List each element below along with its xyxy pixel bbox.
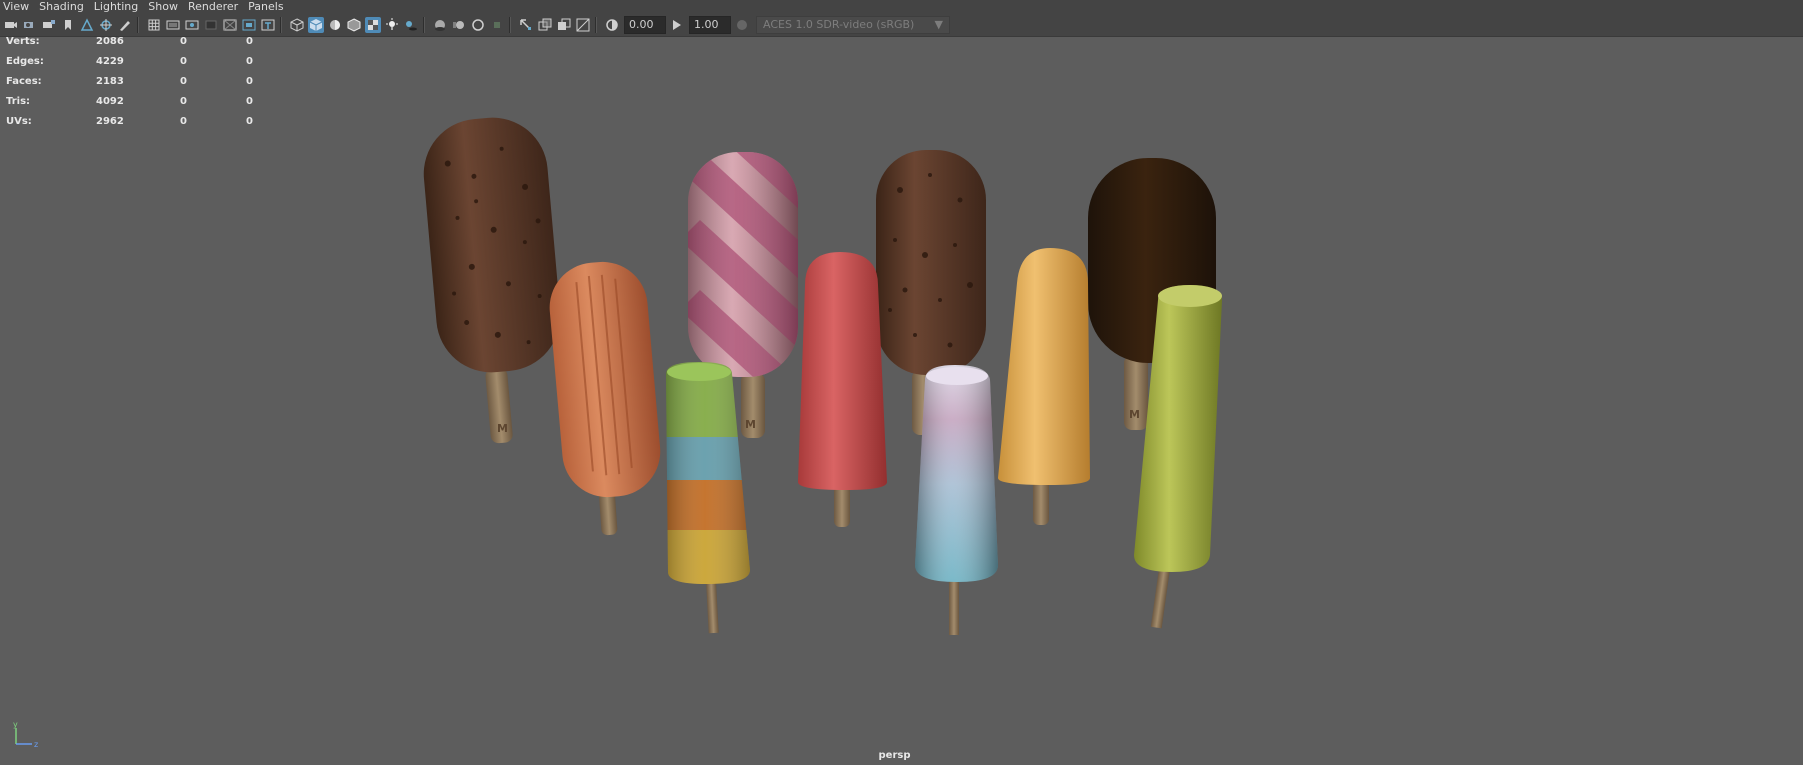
axis-gizmo-icon: y z	[13, 720, 38, 748]
hud-value: 0	[246, 56, 253, 67]
banana-popsicle[interactable]	[998, 248, 1090, 525]
strawberry-popsicle[interactable]	[798, 252, 887, 527]
bookmark-flag-icon[interactable]	[60, 17, 76, 33]
menu-view[interactable]: View	[3, 0, 36, 14]
hud-value: 4092	[96, 96, 124, 107]
hud-label: Verts:	[6, 36, 40, 47]
chevron-down-icon: ▼	[934, 18, 943, 31]
resolution-gate-icon[interactable]	[184, 17, 200, 33]
xray-icon[interactable]	[537, 17, 553, 33]
stick-stamp: M	[497, 422, 508, 435]
two-d-pan-zoom-icon[interactable]	[98, 17, 114, 33]
chocolate-crunch-popsicle[interactable]: M	[419, 113, 565, 444]
color-space-label: ACES 1.0 SDR-video (sRGB)	[763, 18, 915, 31]
hud-value: 2086	[96, 36, 124, 47]
hud-value: 0	[180, 36, 187, 47]
hud-value: 0	[246, 116, 253, 127]
axis-y-label: y	[13, 720, 18, 729]
hud-value: 0	[180, 96, 187, 107]
image-plane-icon[interactable]	[79, 17, 95, 33]
camera-attributes-icon[interactable]	[22, 17, 38, 33]
isolate-select-icon[interactable]	[518, 17, 534, 33]
poly-count-hud: Verts: 2086 0 0 Edges: 4229 0 0 Faces: 2…	[6, 36, 266, 136]
stick-stamp: M	[745, 418, 756, 431]
exposure-field[interactable]: 0.00	[624, 16, 666, 34]
separator	[137, 17, 139, 33]
field-chart-icon[interactable]	[222, 17, 238, 33]
axis-z-label: z	[34, 740, 38, 748]
exposure-icon[interactable]	[604, 17, 620, 33]
smooth-shade-icon[interactable]	[308, 17, 324, 33]
film-gate-icon[interactable]	[165, 17, 181, 33]
safe-action-icon[interactable]	[241, 17, 257, 33]
hud-value: 2962	[96, 116, 124, 127]
menu-panels[interactable]: Panels	[248, 0, 290, 14]
shadows-icon[interactable]	[403, 17, 419, 33]
menu-show[interactable]: Show	[148, 0, 185, 14]
grease-pencil-icon[interactable]	[117, 17, 133, 33]
motion-blur-icon[interactable]	[451, 17, 467, 33]
menu-lighting[interactable]: Lighting	[94, 0, 145, 14]
separator	[509, 17, 511, 33]
menu-shading[interactable]: Shading	[39, 0, 91, 14]
separator	[280, 17, 282, 33]
default-material-icon[interactable]	[327, 17, 343, 33]
safe-title-icon[interactable]	[260, 17, 276, 33]
gamma-icon[interactable]	[669, 17, 685, 33]
camera-select-icon[interactable]	[3, 17, 19, 33]
cotton-candy-popsicle[interactable]	[915, 365, 998, 635]
menu-renderer[interactable]: Renderer	[188, 0, 245, 14]
separator	[595, 17, 597, 33]
hud-value: 0	[246, 76, 253, 87]
hud-value: 0	[246, 96, 253, 107]
xray-active-components-icon[interactable]	[556, 17, 572, 33]
hud-label: Tris:	[6, 96, 31, 107]
textured-icon[interactable]	[365, 17, 381, 33]
grid-icon[interactable]	[146, 17, 162, 33]
color-space-dropdown[interactable]: ACES 1.0 SDR-video (sRGB) ▼	[756, 16, 950, 34]
hud-value: 2183	[96, 76, 124, 87]
hud-row-verts: Verts: 2086 0 0	[6, 36, 266, 56]
hud-row-tris: Tris: 4092 0 0	[6, 96, 266, 116]
xray-joints-icon[interactable]	[575, 17, 591, 33]
hud-row-uvs: UVs: 2962 0 0	[6, 116, 266, 136]
orange-ridged-popsicle[interactable]	[546, 258, 664, 536]
menu-bar: View Shading Lighting Show Renderer Pane…	[0, 0, 1803, 14]
hud-value: 0	[246, 36, 253, 47]
hud-row-edges: Edges: 4229 0 0	[6, 56, 266, 76]
use-all-lights-icon[interactable]	[384, 17, 400, 33]
separator	[423, 17, 425, 33]
hud-row-faces: Faces: 2183 0 0	[6, 76, 266, 96]
hud-label: Faces:	[6, 76, 42, 87]
hud-value: 0	[180, 76, 187, 87]
hud-label: Edges:	[6, 56, 44, 67]
depth-of-field-icon[interactable]	[489, 17, 505, 33]
panel-toolbar: 0.00 1.00 ACES 1.0 SDR-video (sRGB) ▼	[0, 14, 1803, 37]
bookmark-icon[interactable]	[41, 17, 57, 33]
view-transform-icon[interactable]	[734, 17, 750, 33]
anti-aliasing-icon[interactable]	[470, 17, 486, 33]
hud-value: 0	[180, 56, 187, 67]
gamma-field[interactable]: 1.00	[689, 16, 731, 34]
camera-name-label: persp	[878, 750, 911, 761]
hud-value: 0	[180, 116, 187, 127]
wireframe-icon[interactable]	[289, 17, 305, 33]
viewport-3d[interactable]: M M M	[0, 37, 1803, 765]
gate-mask-icon[interactable]	[203, 17, 219, 33]
screen-space-ao-icon[interactable]	[432, 17, 448, 33]
hud-label: UVs:	[6, 116, 32, 127]
stick-stamp: M	[1129, 408, 1140, 421]
hud-value: 4229	[96, 56, 124, 67]
wireframe-on-shaded-icon[interactable]	[346, 17, 362, 33]
